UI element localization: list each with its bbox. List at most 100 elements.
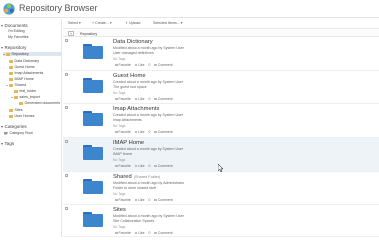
expand-icon <box>1 46 3 49</box>
like-count: 0 <box>148 198 151 202</box>
sidebar-item-guest-home[interactable]: Guest Home <box>9 65 35 69</box>
comment-button[interactable]: Comment <box>154 97 173 101</box>
row-checkbox[interactable] <box>65 73 68 76</box>
comment-button[interactable]: Comment <box>154 231 173 235</box>
sidebar-item-generated-documents[interactable]: Generated documents <box>19 101 60 105</box>
sidebar-item-user-homes[interactable]: User Homes <box>9 114 34 118</box>
folder-up-icon[interactable]: ↰ <box>68 31 74 36</box>
item-modified: Modified about a month ago by System Use… <box>113 46 184 50</box>
item-description: Imap Attachments <box>113 118 142 122</box>
upload-button[interactable]: ⇧ Upload <box>125 21 140 25</box>
sidebar-section-tags[interactable]: Tags <box>1 141 14 146</box>
sidebar-item-im-editing[interactable]: I'm Editing <box>8 29 25 33</box>
folder-icon[interactable] <box>83 145 103 160</box>
favorite-button[interactable]: Favorite <box>115 97 131 101</box>
sidebar-item-imap-attachments[interactable]: Imap Attachments <box>9 71 43 75</box>
like-button[interactable]: Like <box>134 130 144 134</box>
sidebar-item-repository-root[interactable]: Repository <box>3 52 61 56</box>
item-description: IMAP Home <box>113 152 133 156</box>
like-button[interactable]: Like <box>134 164 144 168</box>
item-title[interactable]: Shared (Shared Folder) <box>113 174 160 180</box>
item-title[interactable]: Guest Home <box>113 73 148 79</box>
selected-items-menu-button[interactable]: Selected Items... ▾ <box>153 21 183 25</box>
comment-button[interactable]: Comment <box>154 130 173 134</box>
sidebar-item-category-root[interactable]: Category Root <box>4 131 33 135</box>
list-item[interactable]: Imap Attachments Created about a month a… <box>63 104 379 138</box>
comment-icon <box>154 164 157 168</box>
select-menu-button[interactable]: Select ▾ <box>68 21 81 25</box>
list-item[interactable]: Sites Modified about a month ago by Syst… <box>63 205 379 237</box>
sidebar-item-imap-home[interactable]: IMAP Home <box>9 77 34 81</box>
favorite-button[interactable]: Favorite <box>115 198 131 202</box>
comment-button[interactable]: Comment <box>154 198 173 202</box>
row-checkbox[interactable] <box>65 39 68 42</box>
sidebar-item-sites[interactable]: Sites <box>9 108 23 112</box>
mouse-cursor-icon <box>218 164 224 172</box>
create-menu-button[interactable]: + Create... ▾ <box>92 21 112 25</box>
sidebar-item-label: Repository <box>11 52 29 56</box>
breadcrumb[interactable]: Repository <box>80 32 97 36</box>
sidebar-item-label: Imap Attachments <box>14 71 44 75</box>
sidebar-section-label: Documents <box>4 23 28 28</box>
favorite-button[interactable]: Favorite <box>115 164 131 168</box>
list-item[interactable]: Shared (Shared Folder) Modified about a m… <box>63 172 379 205</box>
document-list: Data Dictionary Modified about a month a… <box>63 37 379 237</box>
favorite-button[interactable]: Favorite <box>115 231 131 235</box>
star-icon <box>115 97 118 101</box>
sidebar-section-categories[interactable]: Categories <box>1 124 27 129</box>
sidebar-item-label: Data Dictionary <box>14 59 40 63</box>
like-icon <box>134 198 138 202</box>
sidebar-item-data-dictionary[interactable]: Data Dictionary <box>9 59 39 63</box>
sidebar-item-sales-import[interactable]: sales_import <box>11 95 40 99</box>
list-item[interactable]: Data Dictionary Modified about a month a… <box>63 37 379 71</box>
item-tags: No Tags <box>113 124 126 128</box>
like-button[interactable]: Like <box>134 97 144 101</box>
item-actions: Favorite Like 0 Comment <box>115 63 173 67</box>
comment-icon <box>154 63 157 67</box>
like-icon <box>134 130 138 134</box>
like-icon <box>134 63 138 67</box>
item-actions: Favorite Like 0 Comment <box>115 231 173 235</box>
favorite-button[interactable]: Favorite <box>115 130 131 134</box>
sidebar-item-shared[interactable]: Shared <box>6 83 26 87</box>
sidebar-section-repository[interactable]: Repository <box>1 45 26 50</box>
item-tags: No Tags <box>113 91 126 95</box>
item-title[interactable]: Sites <box>113 207 128 213</box>
folder-icon <box>14 95 18 99</box>
item-title[interactable]: IMAP Home <box>113 140 146 146</box>
like-button[interactable]: Like <box>134 198 144 202</box>
comment-icon <box>154 97 157 101</box>
folder-icon[interactable] <box>83 179 103 194</box>
sidebar-item-label: test_folder <box>19 89 37 93</box>
sidebar-section-documents[interactable]: Documents <box>1 23 28 28</box>
like-button[interactable]: Like <box>134 63 144 67</box>
folder-icon[interactable] <box>83 78 103 93</box>
item-modified: Created about a month ago by System User <box>113 80 184 84</box>
item-tags: No Tags <box>113 158 126 162</box>
item-title[interactable]: Data Dictionary <box>113 39 155 45</box>
comment-button[interactable]: Comment <box>154 63 173 67</box>
comment-button[interactable]: Comment <box>154 164 173 168</box>
star-icon <box>115 130 118 134</box>
folder-icon[interactable] <box>83 212 103 227</box>
sidebar-item-test-folder[interactable]: test_folder <box>14 89 36 93</box>
alfresco-logo-icon[interactable] <box>3 3 15 15</box>
folder-icon[interactable] <box>83 44 103 59</box>
sidebar-item-label: sales_import <box>19 95 40 99</box>
row-checkbox[interactable] <box>65 207 68 210</box>
item-actions: Favorite Like 0 Comment <box>115 164 173 168</box>
folder-icon[interactable] <box>83 111 103 126</box>
row-checkbox[interactable] <box>65 140 68 143</box>
sidebar-item-my-favorites[interactable]: My Favorites <box>8 35 29 39</box>
folder-icon <box>9 77 13 81</box>
item-modified: Created about a month ago by System User <box>113 147 184 151</box>
sidebar-item-label: User Homes <box>14 114 35 118</box>
row-checkbox[interactable] <box>65 106 68 109</box>
favorite-button[interactable]: Favorite <box>115 63 131 67</box>
list-item[interactable]: Guest Home Created about a month ago by … <box>63 71 379 104</box>
item-tags: No Tags <box>113 57 126 61</box>
like-button[interactable]: Like <box>134 231 144 235</box>
row-checkbox[interactable] <box>65 174 68 177</box>
comment-icon <box>154 130 157 134</box>
item-title[interactable]: Imap Attachments <box>113 106 161 112</box>
